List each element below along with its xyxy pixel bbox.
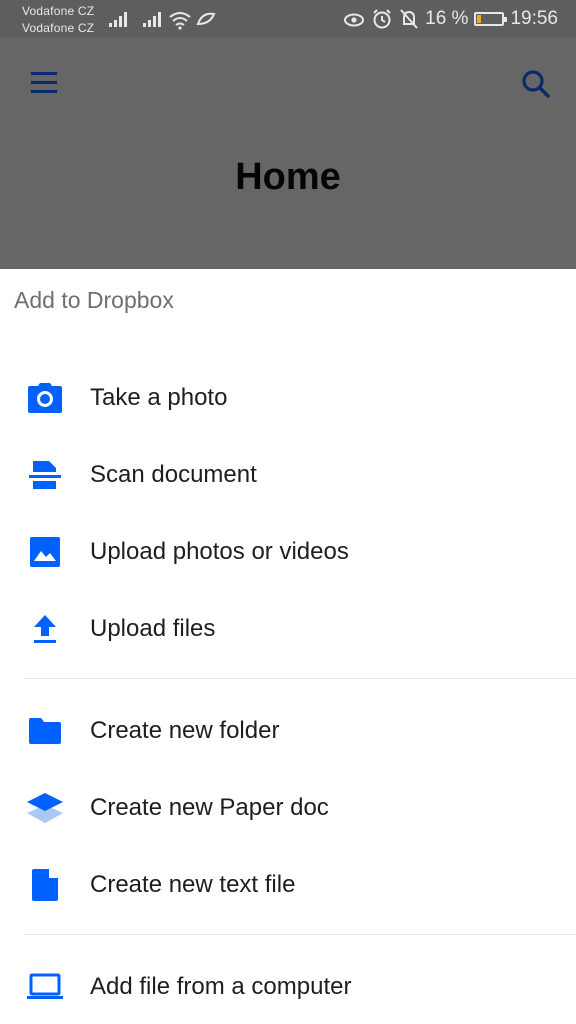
- upload-photos-label: Upload photos or videos: [90, 538, 349, 565]
- eye-comfort-icon: [344, 13, 365, 27]
- divider-2: [24, 934, 576, 935]
- scan-document-label: Scan document: [90, 461, 257, 488]
- data-saver-icon: [196, 12, 216, 26]
- add-from-computer-item[interactable]: Add file from a computer: [0, 952, 576, 1022]
- file-icon: [26, 866, 64, 904]
- upload-photos-item[interactable]: Upload photos or videos: [0, 517, 576, 587]
- wifi-icon: [169, 12, 191, 30]
- paper-icon: [26, 789, 64, 827]
- signal-icon: [109, 12, 127, 27]
- carrier-label-2: Vodafone CZ: [22, 21, 95, 35]
- image-icon: [26, 533, 64, 571]
- take-photo-label: Take a photo: [90, 384, 228, 411]
- scan-document-icon: [26, 456, 64, 494]
- create-paper-doc-item[interactable]: Create new Paper doc: [0, 773, 576, 843]
- laptop-icon: [26, 968, 64, 1006]
- alarm-icon: [373, 9, 391, 29]
- upload-files-label: Upload files: [90, 615, 216, 642]
- add-to-dropbox-sheet: Add to Dropbox Take a photo Scan documen…: [0, 269, 576, 1024]
- upload-icon: [26, 610, 64, 648]
- create-folder-label: Create new folder: [90, 717, 280, 744]
- take-photo-item[interactable]: Take a photo: [0, 363, 576, 433]
- battery-icon: [474, 12, 508, 26]
- create-text-file-label: Create new text file: [90, 871, 296, 898]
- status-bar: Vodafone CZ Vodafone CZ 16 % 19:56: [0, 0, 576, 38]
- scan-document-item[interactable]: Scan document: [0, 440, 576, 510]
- create-paper-doc-label: Create new Paper doc: [90, 794, 329, 821]
- search-icon[interactable]: [520, 68, 552, 100]
- divider: [24, 678, 576, 679]
- signal-icon-2: [143, 12, 161, 27]
- create-folder-item[interactable]: Create new folder: [0, 696, 576, 766]
- carrier-label-1: Vodafone CZ: [22, 4, 95, 18]
- sheet-title: Add to Dropbox: [14, 287, 174, 313]
- notifications-off-icon: [400, 9, 418, 29]
- add-from-computer-label: Add file from a computer: [90, 973, 352, 1000]
- create-text-file-item[interactable]: Create new text file: [0, 850, 576, 920]
- upload-files-item[interactable]: Upload files: [0, 594, 576, 664]
- battery-level: [477, 15, 482, 23]
- camera-icon: [26, 379, 64, 417]
- page-title: Home: [235, 156, 341, 198]
- menu-icon[interactable]: [28, 68, 60, 98]
- battery-percent: 16 %: [425, 8, 469, 29]
- folder-icon: [26, 712, 64, 750]
- clock: 19:56: [510, 8, 558, 29]
- status-icons: 16 % 19:56: [343, 7, 558, 31]
- app-header: Home: [0, 38, 576, 269]
